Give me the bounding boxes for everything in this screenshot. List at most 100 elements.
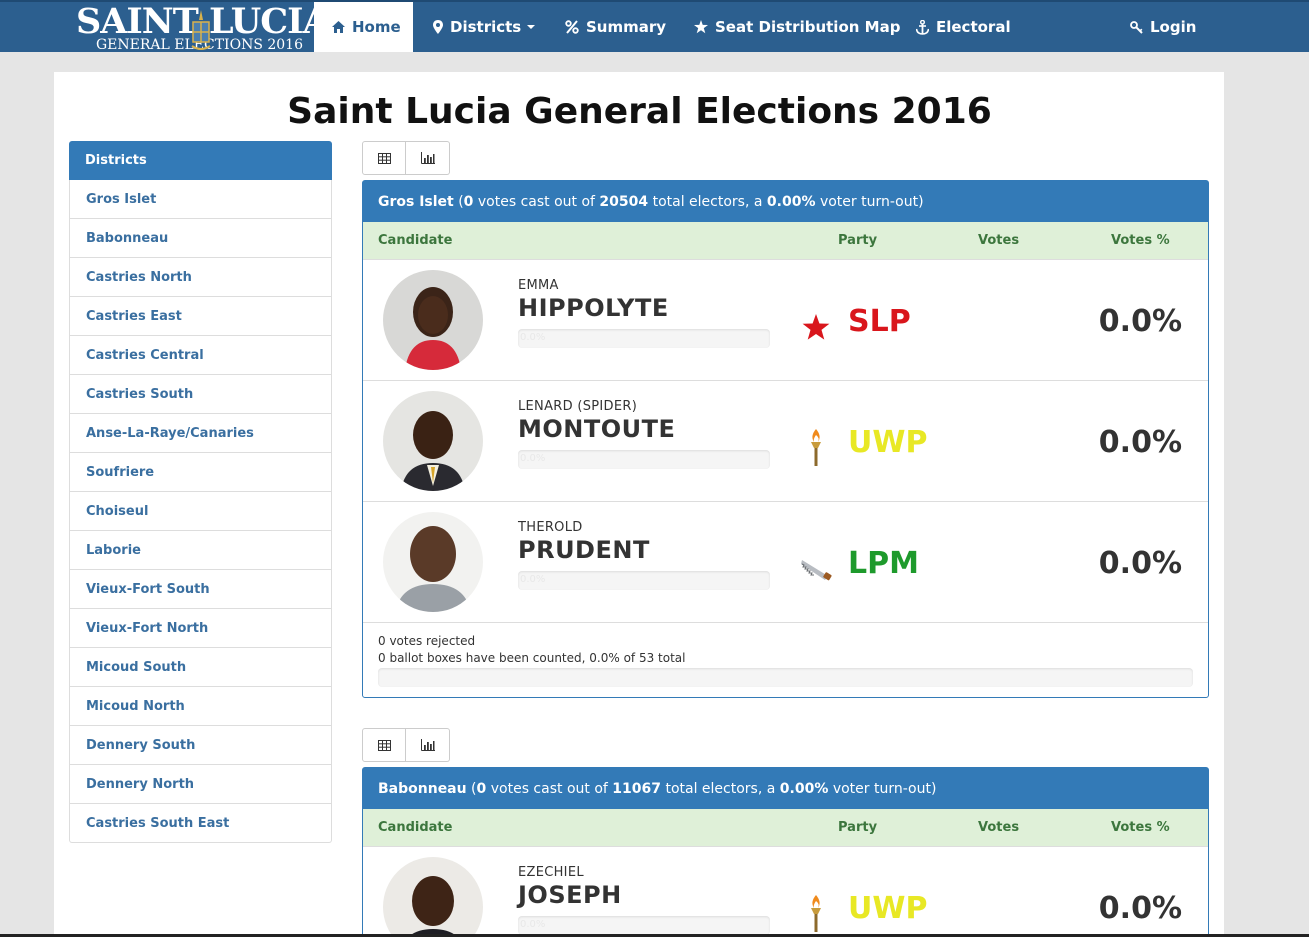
party-emblem — [799, 429, 833, 466]
progress-label: 0.0% — [520, 919, 546, 930]
sidebar-item-dennery-north[interactable]: Dennery North — [69, 765, 332, 804]
top-navbar: SAINT LUCIA GENERAL ELECTIONS 2016 Home … — [0, 0, 1309, 52]
bar-chart-icon — [420, 152, 435, 164]
candidate-row: EMMA HIPPOLYTE 0.0% SLP 0.0% — [363, 260, 1208, 381]
sidebar-header[interactable]: Districts — [69, 141, 332, 180]
sidebar-item-anse-la-raye-canaries[interactable]: Anse-La-Raye/Canaries — [69, 414, 332, 453]
votes-rejected: 0 votes rejected — [378, 634, 476, 648]
district-footer: 0 votes rejected 0 ballot boxes have bee… — [363, 623, 1208, 696]
sidebar-item-castries-central[interactable]: Castries Central — [69, 336, 332, 375]
nav-electoral-label: Electoral — [936, 18, 1011, 36]
col-candidate: Candidate — [378, 820, 453, 835]
sidebar-item-castries-north[interactable]: Castries North — [69, 258, 332, 297]
map-marker-icon — [433, 20, 443, 34]
turnout: 0.00% — [779, 780, 829, 797]
candidate-vote-progress: 0.0% — [518, 329, 770, 348]
sidebar-item-micoud-north[interactable]: Micoud North — [69, 687, 332, 726]
sidebar-item-vieux-fort-north[interactable]: Vieux-Fort North — [69, 609, 332, 648]
anchor-icon — [916, 19, 929, 35]
ballot-boxes-counted: 0 ballot boxes have been counted, 0.0% o… — [378, 651, 686, 665]
nav-home-label: Home — [352, 18, 401, 36]
sidebar-item-choiseul[interactable]: Choiseul — [69, 492, 332, 531]
sidebar-item-babonneau[interactable]: Babonneau — [69, 219, 332, 258]
sidebar-item-castries-east[interactable]: Castries East — [69, 297, 332, 336]
nav-seat-distribution-map-label: Seat Distribution Map — [715, 18, 901, 36]
district-header: Gros Islet (0 votes cast out of 20504 to… — [363, 181, 1208, 222]
candidate-photo — [383, 391, 483, 491]
vote-percentage: 0.0% — [1098, 425, 1182, 460]
candidate-photo — [383, 512, 483, 612]
vote-percentage: 0.0% — [1098, 891, 1182, 926]
nav-summary-label: Summary — [586, 18, 667, 36]
district-panel-babonneau: Babonneau (0 votes cast out of 11067 tot… — [362, 767, 1209, 937]
table-view-button[interactable] — [362, 728, 406, 762]
district-header: Babonneau (0 votes cast out of 11067 tot… — [363, 768, 1208, 809]
ballot-boxes-progress — [378, 668, 1193, 687]
view-toggle-group — [362, 728, 450, 762]
col-votes: Votes — [978, 233, 1020, 248]
key-icon — [1130, 20, 1143, 34]
results-column-header: Candidate Party Votes Votes % — [363, 222, 1208, 260]
chevron-down-icon — [527, 25, 536, 29]
nav-login-label: Login — [1150, 18, 1197, 36]
chart-view-button[interactable] — [406, 141, 450, 175]
nav-districts[interactable]: Districts — [433, 2, 536, 52]
sidebar-item-laborie[interactable]: Laborie — [69, 531, 332, 570]
coat-of-arms-icon — [191, 10, 211, 50]
col-party: Party — [838, 820, 878, 835]
districts-sidebar: Districts Gros Islet Babonneau Castries … — [69, 141, 332, 843]
nav-home[interactable]: Home — [314, 2, 413, 52]
saw-icon — [801, 560, 832, 581]
votes-cast-text: votes cast out of — [477, 193, 595, 210]
nav-login[interactable]: Login — [1130, 2, 1196, 52]
candidate-row: THEROLD PRUDENT 0.0% LPM 0.0% — [363, 502, 1208, 623]
table-icon — [377, 739, 391, 751]
sidebar-item-castries-south-east[interactable]: Castries South East — [69, 804, 332, 843]
candidate-vote-progress: 0.0% — [518, 916, 770, 935]
sidebar-item-vieux-fort-south[interactable]: Vieux-Fort South — [69, 570, 332, 609]
candidate-row: LENARD (SPIDER) MONTOUTE 0.0% UWP 0.0% — [363, 381, 1208, 502]
col-votes-pct: Votes % — [1111, 820, 1170, 835]
percent-icon — [565, 20, 579, 34]
results-column-header: Candidate Party Votes Votes % — [363, 809, 1208, 847]
sidebar-item-dennery-south[interactable]: Dennery South — [69, 726, 332, 765]
candidate-vote-progress: 0.0% — [518, 571, 770, 590]
total-electors: 11067 — [612, 780, 661, 797]
col-votes: Votes — [978, 820, 1020, 835]
nav-summary[interactable]: Summary — [565, 2, 666, 52]
votes-cast: 0 — [463, 193, 474, 210]
candidate-first-name: EMMA — [518, 278, 559, 293]
candidate-last-name: PRUDENT — [518, 536, 650, 564]
site-logo[interactable]: SAINT LUCIA GENERAL ELECTIONS 2016 — [74, 3, 330, 53]
party-emblem — [799, 552, 833, 586]
nav-seat-distribution-map[interactable]: Seat Distribution Map — [694, 2, 900, 52]
party-emblem — [799, 895, 833, 932]
sidebar-item-gros-islet[interactable]: Gros Islet — [69, 180, 332, 219]
nav-electoral[interactable]: Electoral — [916, 2, 1011, 52]
vote-percentage: 0.0% — [1098, 546, 1182, 581]
candidate-first-name: EZECHIEL — [518, 865, 584, 880]
total-electors-text: total electors, a — [652, 193, 763, 210]
turnout: 0.00% — [766, 193, 816, 210]
chart-view-button[interactable] — [406, 728, 450, 762]
candidate-first-name: LENARD (SPIDER) — [518, 399, 638, 414]
sidebar-item-soufriere[interactable]: Soufriere — [69, 453, 332, 492]
votes-cast-text: votes cast out of — [490, 780, 608, 797]
home-icon — [332, 21, 345, 33]
progress-label: 0.0% — [520, 332, 546, 343]
vote-percentage: 0.0% — [1098, 304, 1182, 339]
district-panel-gros-islet: Gros Islet (0 votes cast out of 20504 to… — [362, 180, 1209, 698]
table-icon — [377, 152, 391, 164]
sidebar-item-micoud-south[interactable]: Micoud South — [69, 648, 332, 687]
sidebar-item-castries-south[interactable]: Castries South — [69, 375, 332, 414]
turnout-text: voter turn-out) — [819, 193, 924, 210]
table-view-button[interactable] — [362, 141, 406, 175]
nav-districts-label: Districts — [450, 18, 522, 36]
col-party: Party — [838, 233, 878, 248]
party-name: SLP — [848, 304, 911, 339]
candidate-row: EZECHIEL JOSEPH 0.0% UWP 0.0% — [363, 847, 1208, 937]
party-name: LPM — [848, 546, 919, 581]
candidate-vote-progress: 0.0% — [518, 450, 770, 469]
col-votes-pct: Votes % — [1111, 233, 1170, 248]
page-title: Saint Lucia General Elections 2016 — [287, 91, 992, 132]
